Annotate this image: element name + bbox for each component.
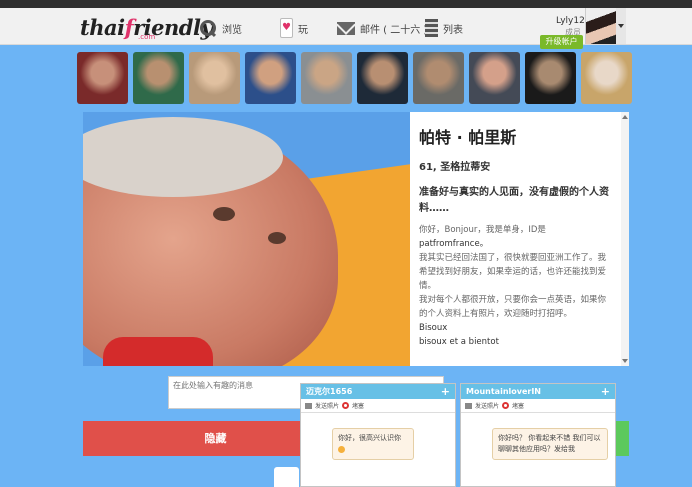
chat-message: 你好，很高兴认识你 — [332, 428, 414, 460]
upgrade-button[interactable]: 升级帐户 — [540, 35, 583, 49]
nav-list[interactable]: 列表 — [425, 18, 463, 38]
profile-info: 帕特 · 帕里斯 61, 圣格拉蒂安 准备好与真实的人见面，没有虚假的个人资料…… — [419, 124, 614, 349]
send-photo-button[interactable]: 发送照片 — [315, 401, 339, 410]
block-button[interactable]: 堵塞 — [352, 401, 364, 410]
logo-domain: .com — [138, 33, 156, 41]
profile-thumbnail[interactable] — [469, 52, 520, 104]
profile-thumbnail[interactable] — [581, 52, 632, 104]
avatar[interactable] — [585, 8, 616, 44]
search-icon — [200, 19, 217, 37]
bio-line: 你好，Bonjour，我是单身，ID是 — [419, 225, 546, 235]
nav-play[interactable]: ♥ 玩 — [280, 18, 308, 38]
chat-message: 你好吗？ 你看起来不错 我们可以聊聊其他应用吗？发给我 — [492, 428, 608, 460]
nav-list-label: 列表 — [443, 24, 463, 36]
chat-username[interactable]: MountainloverIN — [466, 387, 541, 396]
profile-thumbnail[interactable] — [245, 52, 296, 104]
profile-thumbnail[interactable] — [301, 52, 352, 104]
profile-thumbnail[interactable] — [413, 52, 464, 104]
profile-thumbnail[interactable] — [133, 52, 184, 104]
chat-username[interactable]: 迈克尔1656 — [306, 387, 352, 396]
profile-scrollbar[interactable] — [621, 112, 629, 366]
block-icon — [342, 402, 350, 409]
profile-age-location: 61, 圣格拉蒂安 — [419, 162, 491, 173]
profile-thumbnail[interactable] — [189, 52, 240, 104]
nav-mail-label: 邮件 ( 二十六 ) — [360, 24, 428, 36]
profile-photo[interactable] — [83, 112, 410, 366]
plus-icon[interactable]: + — [441, 384, 450, 399]
bio-line: bisoux et a bientot — [419, 337, 499, 347]
chat-message-text: 你好吗？ 你看起来不错 我们可以聊聊其他应用吗？发给我 — [498, 434, 601, 453]
profile-bio: 你好，Bonjour，我是单身，ID是 patfromfrance。我其实已经回法… — [419, 223, 614, 349]
smile-icon — [338, 445, 345, 453]
bottom-tab[interactable] — [274, 467, 299, 487]
photo-icon — [305, 402, 312, 409]
list-icon — [425, 19, 438, 37]
scroll-up-icon[interactable] — [622, 115, 628, 119]
scroll-down-icon[interactable] — [622, 359, 628, 363]
chat-tools: 发送照片 堵塞 — [301, 399, 455, 413]
bio-line: 我其实已经回法国了，很快就要回亚洲工作了。我希望找到好朋友，如果幸运的话，也许还… — [419, 253, 607, 291]
card-icon: ♥ — [280, 18, 293, 38]
block-icon — [502, 402, 510, 409]
profile-name: 帕特 · 帕里斯 — [419, 128, 517, 147]
chat-title[interactable]: MountainloverIN + — [461, 384, 615, 399]
chevron-down-icon[interactable] — [616, 8, 626, 44]
photo-icon — [465, 402, 472, 409]
send-photo-button[interactable]: 发送照片 — [475, 401, 499, 410]
mail-icon — [337, 21, 355, 35]
block-button[interactable]: 堵塞 — [512, 401, 524, 410]
username[interactable]: Lyly12 — [556, 16, 585, 26]
chat-title[interactable]: 迈克尔1656 + — [301, 384, 455, 399]
nav-browse[interactable]: 浏览 — [200, 18, 242, 38]
like-button[interactable] — [615, 421, 629, 456]
nav-mail[interactable]: 邮件 ( 二十六 ) — [337, 18, 427, 38]
profile-thumbnail[interactable] — [357, 52, 408, 104]
nav-play-label: 玩 — [298, 24, 308, 36]
profile-card: 帕特 · 帕里斯 61, 圣格拉蒂安 准备好与真实的人见面，没有虚假的个人资料…… — [83, 112, 629, 366]
plus-icon[interactable]: + — [601, 384, 610, 399]
chat-tools: 发送照片 堵塞 — [461, 399, 615, 413]
profile-thumbnails — [77, 52, 637, 104]
top-strip — [0, 0, 692, 8]
profile-thumbnail[interactable] — [77, 52, 128, 104]
nav-browse-label: 浏览 — [222, 24, 242, 36]
chat-window-1[interactable]: 迈克尔1656 + 发送照片 堵塞 你好，很高兴认识你 — [300, 383, 456, 487]
bio-line: 我对每个人都很开放，只要你会一点英语，如果你的个人资料上有照片，欢迎随时打招呼。 — [419, 295, 607, 319]
bio-line: patfromfrance。 — [419, 239, 489, 249]
chat-message-text: 你好，很高兴认识你 — [338, 434, 401, 442]
chat-window-2[interactable]: MountainloverIN + 发送照片 堵塞 你好吗？ 你看起来不错 我们… — [460, 383, 616, 487]
bio-line: Bisoux — [419, 323, 448, 333]
profile-thumbnail[interactable] — [525, 52, 576, 104]
profile-headline: 准备好与真实的人见面，没有虚假的个人资料…… — [419, 187, 609, 214]
